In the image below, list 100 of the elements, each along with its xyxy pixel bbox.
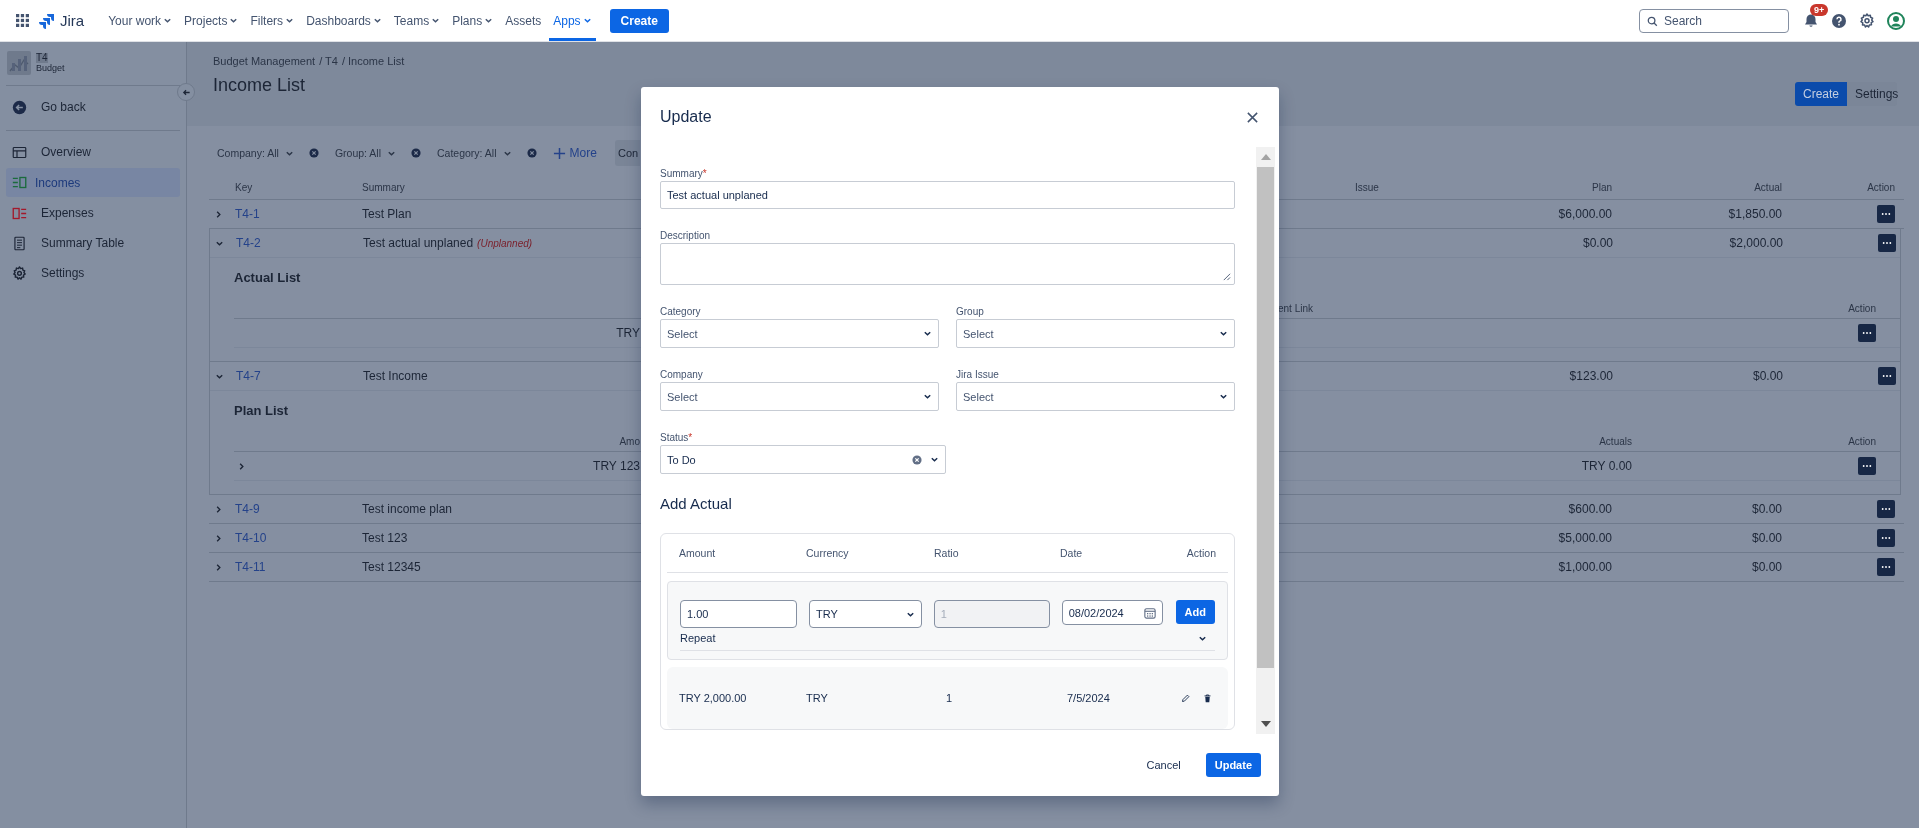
filter-button[interactable]: Con	[615, 140, 640, 166]
search-field[interactable]: Search	[1639, 8, 1789, 33]
add-button[interactable]: Add	[1175, 600, 1215, 624]
plan-cell: $123.00	[1569, 369, 1613, 383]
issue-key-link[interactable]: T4-9	[235, 502, 362, 516]
plan-cell: $1,000.00	[1558, 560, 1612, 574]
issue-key-link[interactable]: T4-1	[235, 207, 362, 221]
clear-filter-icon[interactable]	[411, 148, 421, 158]
app-switcher-icon[interactable]	[16, 14, 29, 27]
close-icon[interactable]	[1246, 110, 1259, 124]
column-header: Issue	[1355, 181, 1380, 193]
breadcrumb-link[interactable]: Budget Management	[213, 55, 316, 67]
sidebar-item[interactable]: Overview	[6, 138, 180, 166]
plan-cell: $6,000.00	[1558, 207, 1612, 221]
filter-dropdown[interactable]: Company: All	[217, 147, 294, 159]
breadcrumb-link[interactable]: / T4	[319, 55, 338, 67]
column-header: Action	[1867, 181, 1895, 193]
expand-row-icon[interactable]	[214, 562, 223, 572]
notification-bell-icon[interactable]	[1803, 12, 1819, 29]
go-back-link[interactable]: Go back	[6, 93, 180, 121]
notification-count: 9+	[1810, 3, 1829, 16]
ellipsis-icon	[1881, 536, 1891, 540]
dialog-title: Update	[660, 108, 712, 126]
filter-dropdown[interactable]: Category: All	[437, 147, 512, 159]
select-field[interactable]: Select	[660, 319, 939, 348]
currency-select[interactable]: TRY	[809, 600, 922, 628]
row-actions-button[interactable]	[1877, 558, 1895, 576]
settings-icon[interactable]	[1859, 12, 1875, 29]
scroll-down-icon[interactable]	[1260, 721, 1271, 727]
nav-menu-item[interactable]: Assets	[501, 0, 546, 41]
expand-row-icon[interactable]	[214, 533, 223, 543]
nav-menu-item[interactable]: Filters	[246, 0, 299, 41]
more-filters-button[interactable]: More	[552, 146, 597, 160]
delete-icon[interactable]	[1203, 693, 1212, 703]
summary-input[interactable]: Test actual unplaned	[660, 181, 1235, 209]
column-header: Action	[1848, 435, 1876, 447]
expand-row-icon[interactable]	[214, 504, 223, 514]
sidebar-item[interactable]: Incomes	[6, 168, 180, 197]
select-field[interactable]: To Do	[660, 445, 946, 474]
amount-input[interactable]: 1.00	[680, 600, 797, 628]
actual-cell: $0.00	[1751, 502, 1782, 516]
issue-key-link[interactable]: T4-11	[235, 560, 362, 574]
row-actions-button[interactable]	[1858, 324, 1876, 342]
row-actions-button[interactable]	[1878, 234, 1896, 252]
resize-handle-icon[interactable]	[1222, 272, 1231, 281]
scrollbar-thumb[interactable]	[1257, 167, 1274, 668]
clear-filter-icon[interactable]	[308, 148, 319, 158]
nav-menu-item[interactable]: Teams	[389, 0, 445, 41]
sidebar-item[interactable]: Settings	[6, 259, 180, 287]
field-label: Group	[956, 305, 984, 318]
actual-cell: $0.00	[1751, 560, 1782, 574]
issue-key-link[interactable]: T4-7	[236, 369, 363, 383]
create-button[interactable]: Create	[1794, 82, 1847, 106]
breadcrumb-link[interactable]: / Income List	[341, 55, 405, 67]
expand-row-icon[interactable]	[214, 209, 223, 219]
edit-icon[interactable]	[1181, 693, 1190, 703]
field-label: Category	[660, 305, 701, 318]
update-button[interactable]: Update	[1205, 753, 1261, 777]
avatar-icon[interactable]	[1887, 11, 1905, 30]
nav-menu-item[interactable]: Projects	[180, 0, 243, 41]
row-actions-button[interactable]	[1877, 205, 1895, 223]
amount-cell: TRY	[616, 326, 640, 340]
scrollbar[interactable]	[1256, 147, 1275, 734]
nav-menu-item[interactable]: Plans	[448, 0, 498, 41]
layout-icon	[12, 144, 27, 160]
row-actions-button[interactable]	[1858, 457, 1876, 475]
issue-key-link[interactable]: T4-10	[235, 531, 362, 545]
select-field[interactable]: Select	[956, 319, 1235, 348]
help-icon[interactable]	[1831, 12, 1847, 29]
actual-cell: $0.00	[1752, 369, 1783, 383]
calendar-icon[interactable]	[1143, 606, 1156, 619]
row-actions-button[interactable]	[1877, 500, 1895, 518]
actual-cell: $0.00	[1751, 531, 1782, 545]
expand-row-icon[interactable]	[237, 461, 246, 471]
select-field[interactable]: Select	[956, 382, 1235, 411]
actual-cell: $2,000.00	[1729, 236, 1783, 250]
project-avatar-icon	[7, 51, 31, 75]
nav-menu-item[interactable]: Your work	[104, 0, 177, 41]
select-field[interactable]: Select	[660, 382, 939, 411]
cancel-button[interactable]: Cancel	[1137, 753, 1190, 777]
logo-icon[interactable]	[39, 12, 55, 29]
column-header: Currency	[806, 547, 850, 559]
sidebar-item[interactable]: Expenses	[6, 199, 180, 227]
page-title: Income List	[213, 75, 307, 96]
issue-key-link[interactable]: T4-2	[236, 236, 363, 250]
plus-icon	[552, 146, 566, 160]
column-header: Summary	[362, 181, 406, 193]
filter-dropdown[interactable]: Group: All	[334, 147, 396, 159]
clear-icon[interactable]	[912, 454, 922, 465]
clear-filter-icon[interactable]	[526, 148, 537, 158]
collapse-sidebar-button[interactable]	[177, 83, 195, 101]
unplanned-tag: (Unplanned)	[477, 238, 533, 249]
sidebar-item[interactable]: Summary Table	[6, 229, 180, 257]
row-actions-button[interactable]	[1877, 529, 1895, 547]
nav-menu-item[interactable]: Dashboards	[302, 0, 386, 41]
create-button[interactable]: Create	[609, 8, 669, 33]
date-input[interactable]: 08/02/2024	[1061, 600, 1163, 625]
row-actions-button[interactable]	[1878, 367, 1896, 385]
chevron-down-icon	[930, 455, 939, 464]
chevron-down-icon	[372, 16, 382, 25]
